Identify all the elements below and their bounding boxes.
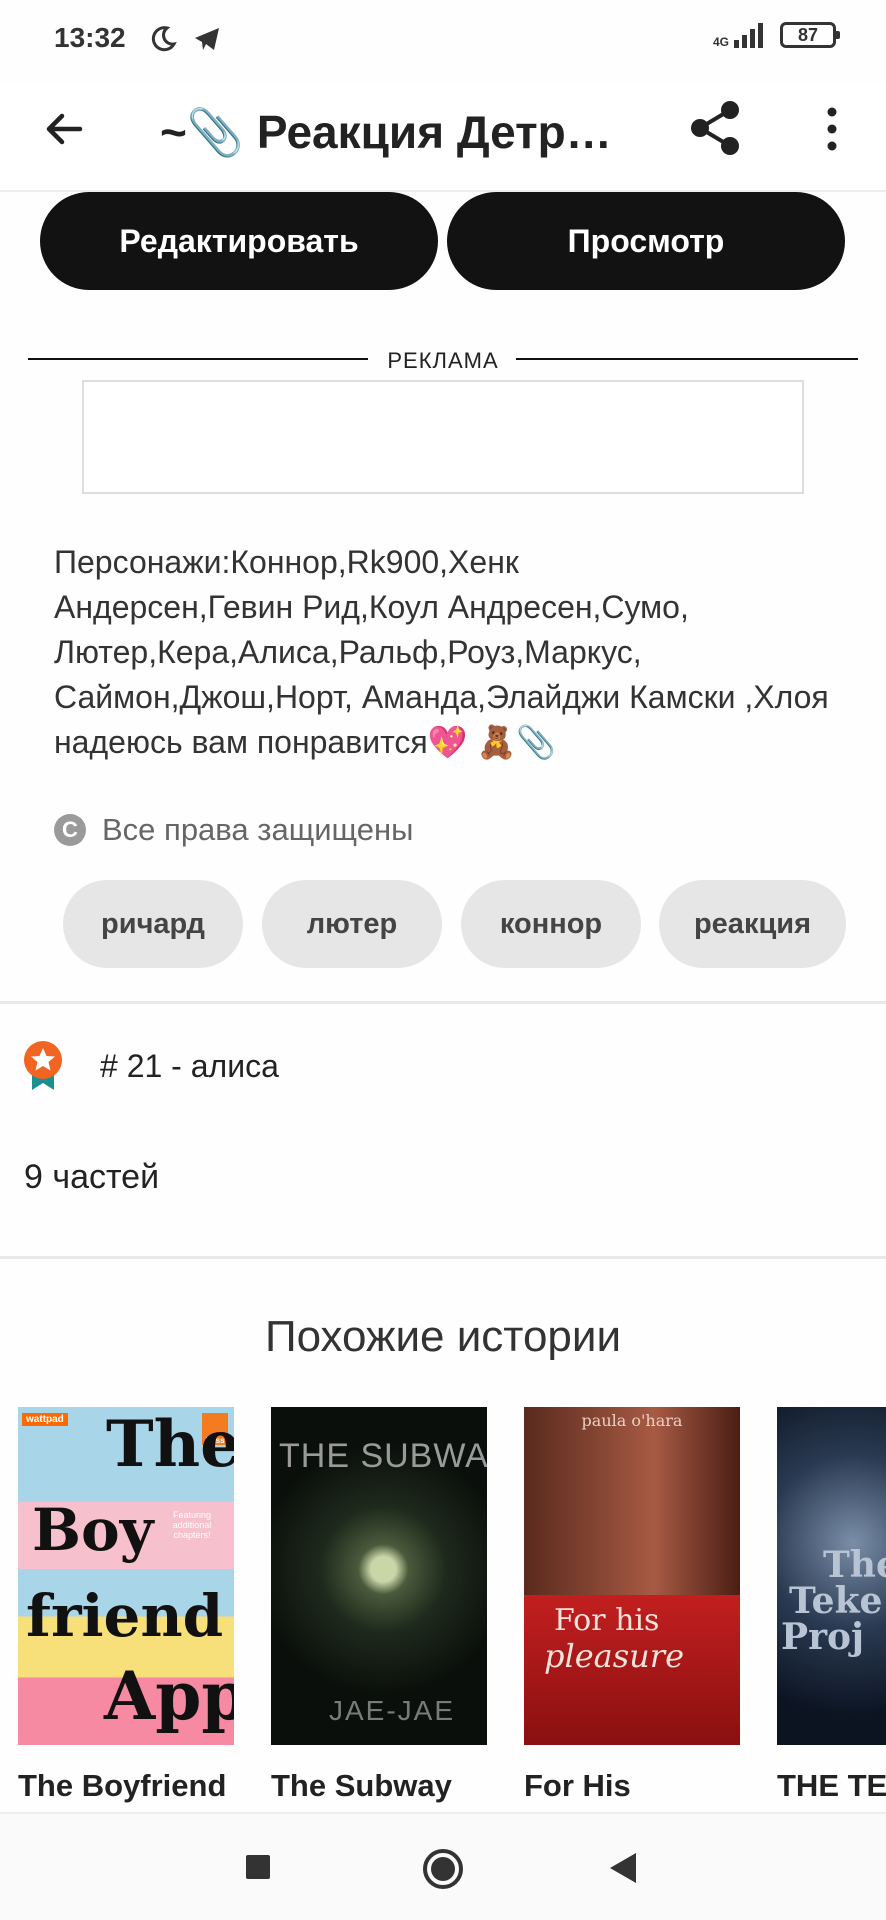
parts-count[interactable]: 9 частей — [24, 1158, 159, 1197]
book-cover[interactable]: paula o'hara For his pleasure — [524, 1407, 740, 1745]
system-navigation-bar — [0, 1812, 886, 1920]
cover-title-word: The — [106, 1407, 234, 1482]
status-icons — [148, 24, 222, 54]
edit-button[interactable]: Редактировать — [40, 192, 438, 290]
battery-indicator: 87 — [780, 22, 840, 48]
recent-apps-icon[interactable] — [244, 1853, 272, 1881]
view-button[interactable]: Просмотр — [447, 192, 845, 290]
cover-title-word: App — [104, 1657, 234, 1735]
description-line: Лютер,Кера,Алиса,Ральф,Роуз,Маркус, — [54, 634, 642, 670]
cover-title-word: The — [823, 1544, 886, 1586]
status-time: 13:32 — [54, 22, 126, 53]
description-line: Андерсен,Гевин Рид,Коул Андресен,Сумо, — [54, 589, 689, 625]
description-line: Персонажи:Коннор,Rk900,Хенк — [54, 544, 519, 580]
more-options-icon[interactable] — [820, 104, 844, 154]
cover-title-word: THE SUBWAY — [279, 1437, 487, 1475]
copyright-row: C Все права защищены — [54, 812, 413, 848]
book-title[interactable]: The Boyfriend — [18, 1768, 226, 1804]
ad-placeholder[interactable] — [82, 380, 804, 494]
tag-chip[interactable]: ричард — [63, 880, 243, 968]
tag-chip[interactable]: лютер — [262, 880, 442, 968]
section-divider — [0, 1001, 886, 1004]
cover-title-word: Proj — [781, 1616, 865, 1658]
ad-label: РЕКЛАМА — [387, 348, 499, 373]
ranking-medal-icon — [24, 1041, 62, 1090]
top-app-bar: ~📎 Реакция Детро… — [0, 82, 886, 192]
tag-chip[interactable]: коннор — [461, 880, 641, 968]
book-cover[interactable]: wattpad Bliss The Boy Featuring addition… — [18, 1407, 234, 1745]
cover-title-word: pleasure — [544, 1637, 684, 1675]
status-right: 4G 87 — [712, 22, 840, 49]
description-line: надеюсь вам понравится💖 🧸📎 — [54, 724, 557, 760]
similar-stories-heading: Похожие истории — [264, 1312, 622, 1361]
description-line: Саймон,Джош,Норт, Аманда,Элайджи Камски … — [54, 679, 829, 715]
section-divider — [0, 1256, 886, 1259]
cover-title-word: Boy — [32, 1496, 154, 1564]
story-description: Персонажи:Коннор,Rk900,Хенк Андерсен,Гев… — [54, 540, 854, 765]
book-cover[interactable]: The Teke Proj — [777, 1407, 886, 1745]
cover-title-word: Teke — [789, 1580, 883, 1622]
signal-icon — [734, 23, 763, 48]
share-icon[interactable] — [685, 98, 745, 158]
moon-icon — [151, 26, 177, 52]
copyright-text: Все права защищены — [102, 812, 414, 847]
publisher-badge: wattpad — [22, 1413, 68, 1426]
back-nav-icon[interactable] — [606, 1851, 640, 1885]
cover-title-word: For his — [554, 1603, 660, 1638]
network-label: 4G — [712, 35, 729, 49]
cover-author: paula o'hara — [581, 1411, 683, 1430]
copyright-icon: C — [54, 814, 86, 846]
cover-side-note: Featuring additional chapters! — [172, 1510, 212, 1540]
book-cover[interactable]: THE SUBWAY JAE-JAE — [271, 1407, 487, 1745]
ranking-text[interactable]: # 21 - алиса — [100, 1048, 279, 1085]
telegram-icon — [195, 28, 219, 50]
book-title[interactable]: THE TE — [777, 1768, 886, 1804]
book-title[interactable]: For His — [524, 1768, 631, 1804]
cover-author: JAE-JAE — [329, 1695, 456, 1726]
back-arrow-icon[interactable] — [40, 104, 90, 154]
cover-title-word: friend — [26, 1582, 224, 1650]
tag-chip[interactable]: реакция — [659, 880, 846, 968]
story-title: ~📎 Реакция Детро… — [160, 106, 630, 158]
home-icon[interactable] — [421, 1847, 465, 1891]
book-title[interactable]: The Subway — [271, 1768, 452, 1804]
